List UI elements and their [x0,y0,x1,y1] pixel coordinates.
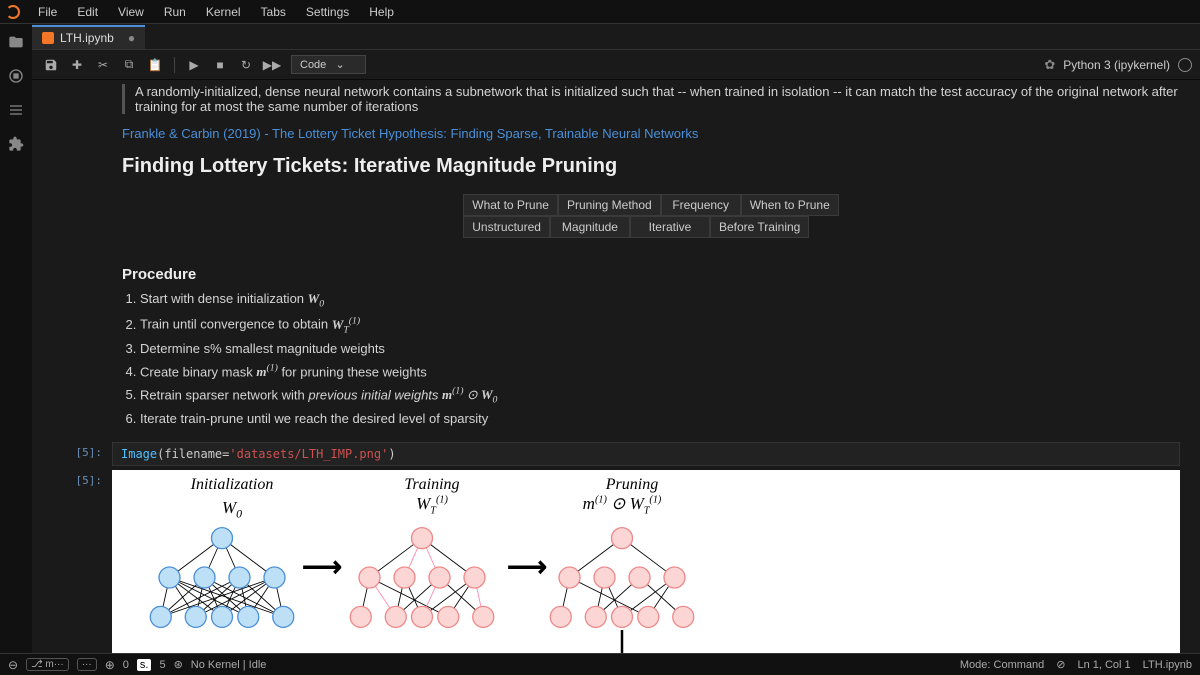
jupyter-logo-icon [6,5,20,19]
mode-indicator: Mode: Command [960,659,1044,671]
save-button[interactable] [40,54,62,76]
section-heading: Finding Lottery Tickets: Iterative Magni… [122,155,1180,178]
status-bar: ⊖ ⎇ m··· ··· ⊕ 0 s. 5 ⊛ No Kernel | Idle… [0,653,1200,675]
menu-settings[interactable]: Settings [296,2,359,22]
notebook-body[interactable]: A randomly-initialized, dense neural net… [32,80,1200,653]
notification-icon[interactable]: ⊘ [1056,658,1065,671]
blockquote-text: A randomly-initialized, dense neural net… [122,84,1180,114]
output-prompt: [5]: [52,470,112,653]
notebook-icon [42,32,54,44]
menu-run[interactable]: Run [154,2,196,22]
restart-button[interactable]: ↻ [235,54,257,76]
menu-edit[interactable]: Edit [67,2,108,22]
bell-icon[interactable]: ⊛ [174,658,183,671]
output-cell: [5]: Initialization Training Pruning W0 … [52,470,1180,653]
add-cell-button[interactable]: ✚ [66,54,88,76]
table-header: What to Prune [463,194,558,216]
table-header: Frequency [661,194,741,216]
status-alerts: 5 [159,659,165,671]
table-cell: Unstructured [463,216,550,238]
output-image: Initialization Training Pruning W0 WT(1)… [112,470,1180,653]
table-cell: Magnitude [550,216,630,238]
input-prompt: [5]: [52,442,112,466]
extensions-icon[interactable] [6,134,26,154]
menu-help[interactable]: Help [359,2,404,22]
folder-icon[interactable] [6,32,26,52]
status-simple: 0 [123,659,129,671]
run-all-button[interactable]: ▶▶ [261,54,283,76]
table-header: When to Prune [741,194,839,216]
paste-button[interactable]: 📋 [144,54,166,76]
table-cell: Iterative [630,216,710,238]
cut-button[interactable]: ✂ [92,54,114,76]
git-branch-pill[interactable]: ⎇ m··· [26,658,69,671]
code-input[interactable]: Image(filename='datasets/LTH_IMP.png') [112,442,1180,466]
tab-filename: LTH.ipynb [60,31,114,45]
markdown-cell: A randomly-initialized, dense neural net… [52,84,1180,430]
notebook-toolbar: ✚ ✂ ⧉ 📋 ▶ ■ ↻ ▶▶ Code ⌄ ✿ Python 3 (ipyk… [32,50,1200,80]
menu-kernel[interactable]: Kernel [196,2,251,22]
tab-unsaved-icon[interactable]: ● [128,31,135,45]
table-header: Pruning Method [558,194,661,216]
activity-bar [0,24,32,653]
kernel-name[interactable]: Python 3 (ipykernel) [1063,58,1170,72]
menu-file[interactable]: File [28,2,67,22]
paper-link[interactable]: Frankle & Carbin (2019) - The Lottery Ti… [122,126,698,141]
code-cell[interactable]: [5]: Image(filename='datasets/LTH_IMP.pn… [52,442,1180,466]
cell-type-select[interactable]: Code ⌄ [291,55,366,74]
kernel-status-icon[interactable] [1178,58,1192,72]
table-cell: Before Training [710,216,809,238]
back-icon[interactable]: ⊖ [8,658,18,672]
cursor-position: Ln 1, Col 1 [1077,659,1130,671]
menu-bar: File Edit View Run Kernel Tabs Settings … [0,0,1200,24]
git-changes-pill[interactable]: ··· [77,658,97,671]
kernel-status-text: No Kernel | Idle [191,659,267,671]
menu-tabs[interactable]: Tabs [251,2,296,22]
tab-bar: LTH.ipynb ● [32,24,1200,50]
running-icon[interactable] [6,66,26,86]
menu-view[interactable]: View [108,2,154,22]
procedure-list: Start with dense initialization W0 Train… [140,289,1180,430]
pruning-table: What to Prune Pruning Method Frequency W… [463,194,839,238]
sync-icon[interactable]: ⊕ [105,658,115,672]
tab-notebook[interactable]: LTH.ipynb ● [32,25,145,49]
procedure-heading: Procedure [122,266,1180,283]
run-button[interactable]: ▶ [183,54,205,76]
stop-button[interactable]: ■ [209,54,231,76]
copy-button[interactable]: ⧉ [118,54,140,76]
gear-icon[interactable]: ✿ [1044,57,1055,73]
status-filename: LTH.ipynb [1143,659,1192,671]
toc-icon[interactable] [6,100,26,120]
